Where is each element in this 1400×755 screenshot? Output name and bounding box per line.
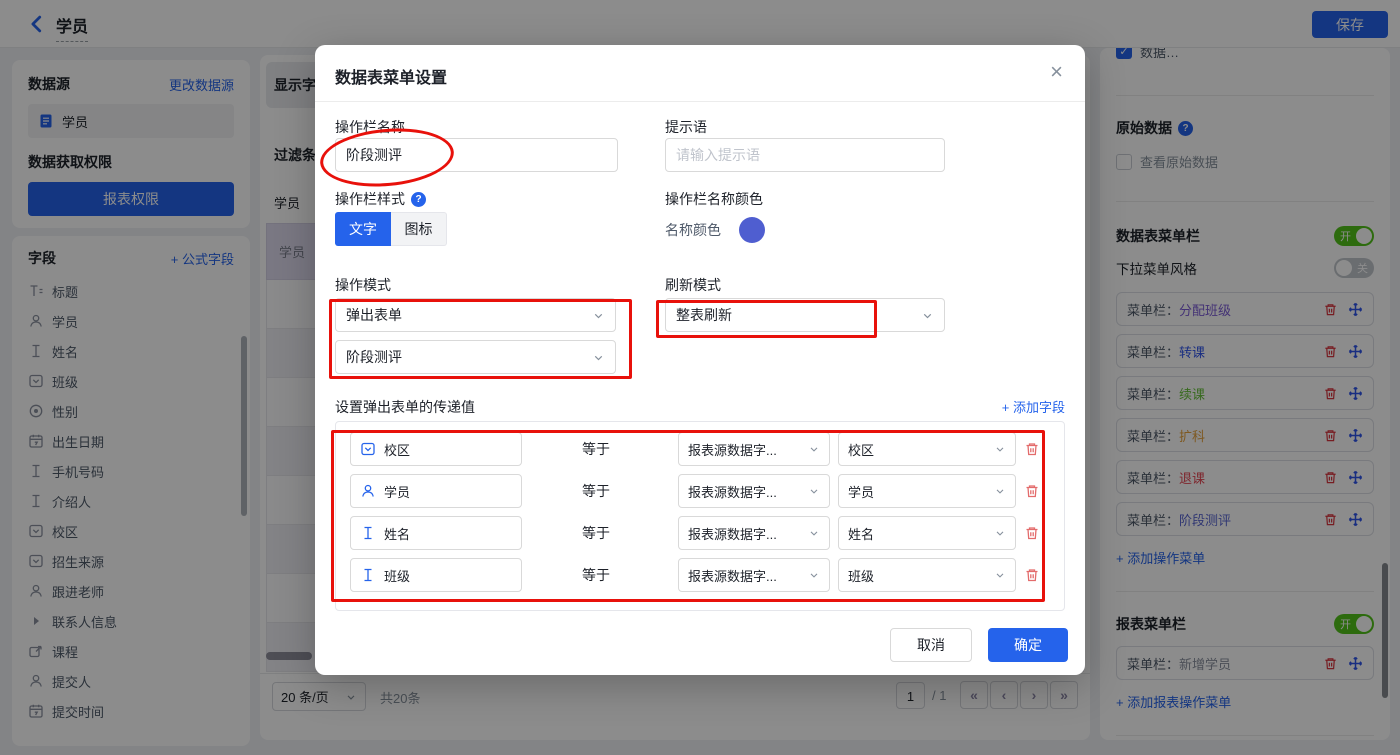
name-color-label: 名称颜色 bbox=[665, 220, 721, 240]
source-type-value: 报表源数据字... bbox=[688, 440, 777, 459]
transfer-field-label: 姓名 bbox=[384, 524, 410, 543]
chevron-down-icon bbox=[808, 443, 820, 455]
source-field-value: 班级 bbox=[848, 566, 874, 585]
chevron-down-icon bbox=[808, 527, 820, 539]
delete-row-icon[interactable] bbox=[1024, 483, 1040, 499]
close-icon[interactable]: × bbox=[1050, 59, 1063, 85]
source-type-value: 报表源数据字... bbox=[688, 482, 777, 501]
bar-style-segmented: 文字 图标 bbox=[335, 212, 447, 246]
help-icon[interactable]: ? bbox=[411, 192, 426, 207]
text-icon bbox=[360, 567, 376, 583]
source-type-select[interactable]: 报表源数据字... bbox=[678, 558, 830, 592]
transfer-row: 姓名 等于 报表源数据字... 姓名 bbox=[348, 516, 1052, 550]
bar-name-input[interactable] bbox=[335, 138, 618, 172]
source-type-value: 报表源数据字... bbox=[688, 524, 777, 543]
source-field-value: 姓名 bbox=[848, 524, 874, 543]
chevron-down-icon bbox=[808, 485, 820, 497]
chevron-down-icon bbox=[994, 485, 1006, 497]
bar-name-color-label: 操作栏名称颜色 bbox=[665, 189, 763, 209]
color-swatch[interactable] bbox=[739, 217, 765, 243]
transfer-values-label: 设置弹出表单的传递值 bbox=[335, 397, 475, 417]
delete-row-icon[interactable] bbox=[1024, 525, 1040, 541]
transfer-field-label: 校区 bbox=[384, 440, 410, 459]
source-type-select[interactable]: 报表源数据字... bbox=[678, 474, 830, 508]
chevron-down-icon bbox=[994, 443, 1006, 455]
text-icon bbox=[360, 525, 376, 541]
popup-form-value: 阶段测评 bbox=[346, 347, 402, 367]
select-icon bbox=[360, 441, 376, 457]
transfer-field-chip[interactable]: 班级 bbox=[350, 558, 522, 592]
source-type-select[interactable]: 报表源数据字... bbox=[678, 516, 830, 550]
source-field-select[interactable]: 班级 bbox=[838, 558, 1016, 592]
source-field-select[interactable]: 校区 bbox=[838, 432, 1016, 466]
tip-input[interactable] bbox=[665, 138, 945, 172]
chevron-down-icon bbox=[808, 569, 820, 581]
divider bbox=[315, 101, 1085, 102]
source-type-select[interactable]: 报表源数据字... bbox=[678, 432, 830, 466]
refresh-mode-select[interactable]: 整表刷新 bbox=[665, 298, 945, 332]
source-field-value: 校区 bbox=[848, 440, 874, 459]
chevron-down-icon bbox=[921, 309, 934, 322]
source-type-value: 报表源数据字... bbox=[688, 566, 777, 585]
table-menu-settings-dialog: 数据表菜单设置 × 操作栏名称 提示语 操作栏样式 ? 文字 图标 操作栏名称颜… bbox=[315, 45, 1085, 675]
confirm-button[interactable]: 确定 bbox=[988, 628, 1068, 662]
equals-label: 等于 bbox=[566, 432, 626, 466]
equals-label: 等于 bbox=[566, 516, 626, 550]
chevron-down-icon bbox=[592, 309, 605, 322]
style-text-tab[interactable]: 文字 bbox=[335, 212, 391, 246]
refresh-mode-value: 整表刷新 bbox=[676, 305, 732, 325]
bar-name-label: 操作栏名称 bbox=[335, 117, 405, 137]
transfer-row: 校区 等于 报表源数据字... 校区 bbox=[348, 432, 1052, 466]
chevron-down-icon bbox=[994, 527, 1006, 539]
person-icon bbox=[360, 483, 376, 499]
delete-row-icon[interactable] bbox=[1024, 567, 1040, 583]
action-mode-select[interactable]: 弹出表单 bbox=[335, 298, 616, 332]
cancel-button[interactable]: 取消 bbox=[890, 628, 972, 662]
source-field-value: 学员 bbox=[848, 482, 874, 501]
popup-form-select[interactable]: 阶段测评 bbox=[335, 340, 616, 374]
equals-label: 等于 bbox=[566, 474, 626, 508]
refresh-mode-label: 刷新模式 bbox=[665, 275, 721, 295]
transfer-field-label: 班级 bbox=[384, 566, 410, 585]
bar-style-label: 操作栏样式 bbox=[335, 189, 405, 209]
source-field-select[interactable]: 姓名 bbox=[838, 516, 1016, 550]
source-field-select[interactable]: 学员 bbox=[838, 474, 1016, 508]
chevron-down-icon bbox=[994, 569, 1006, 581]
style-icon-tab[interactable]: 图标 bbox=[391, 212, 447, 246]
transfer-field-chip[interactable]: 学员 bbox=[350, 474, 522, 508]
transfer-field-label: 学员 bbox=[384, 482, 410, 501]
transfer-values-container: 校区 等于 报表源数据字... 校区 学员 等于 报表源数据字... 学员 姓名… bbox=[335, 421, 1065, 611]
action-mode-label: 操作模式 bbox=[335, 275, 391, 295]
transfer-row: 班级 等于 报表源数据字... 班级 bbox=[348, 558, 1052, 592]
tip-label: 提示语 bbox=[665, 117, 707, 137]
add-field-link[interactable]: + 添加字段 bbox=[1002, 397, 1065, 416]
transfer-field-chip[interactable]: 校区 bbox=[350, 432, 522, 466]
chevron-down-icon bbox=[592, 351, 605, 364]
dialog-title: 数据表菜单设置 bbox=[335, 64, 447, 88]
transfer-row: 学员 等于 报表源数据字... 学员 bbox=[348, 474, 1052, 508]
equals-label: 等于 bbox=[566, 558, 626, 592]
delete-row-icon[interactable] bbox=[1024, 441, 1040, 457]
transfer-field-chip[interactable]: 姓名 bbox=[350, 516, 522, 550]
action-mode-value: 弹出表单 bbox=[346, 305, 402, 325]
